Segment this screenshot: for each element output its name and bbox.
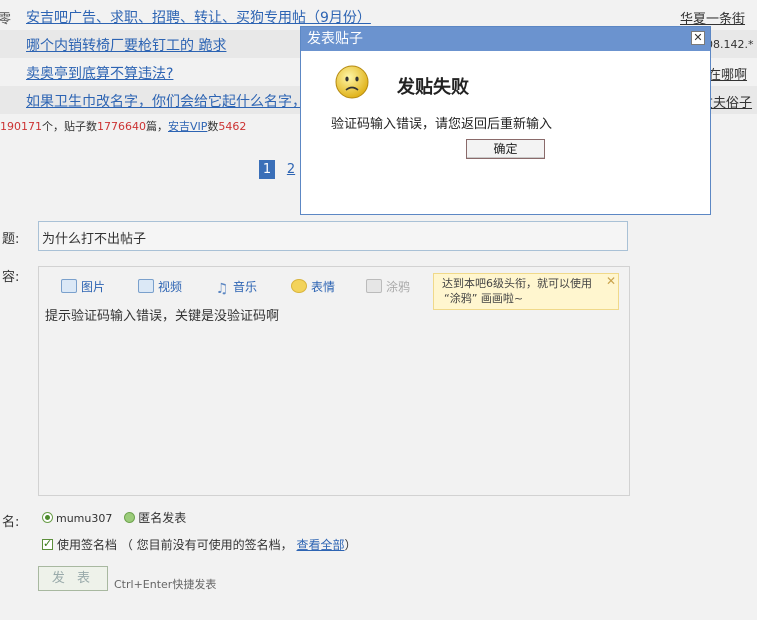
dialog-title: 发表贴子 [307, 31, 363, 47]
video-icon [138, 279, 154, 293]
use-signature-label: 使用签名档 [57, 538, 118, 552]
page-link[interactable]: 2 [283, 160, 299, 179]
anonymous-radio[interactable] [124, 512, 136, 523]
title-label: 题: [2, 232, 20, 247]
signature-note: （ 您目前没有可使用的签名档， [120, 538, 293, 552]
view-all-signatures-link[interactable]: 查看全部 [297, 538, 345, 552]
anonymous-label: 匿名发表 [138, 511, 187, 525]
shortcut-hint: Ctrl+Enter快捷发表 [114, 578, 217, 591]
image-icon [61, 279, 77, 293]
title-input[interactable]: 为什么打不出帖子 [38, 221, 628, 251]
posts-count: 1776640 [97, 120, 146, 133]
error-dialog: 发表贴子 ✕ 发贴失败 验证码输入错误，请您返回后重新输入 确定 [300, 26, 711, 215]
dialog-message: 验证码输入错误，请您返回后重新输入 [331, 117, 553, 132]
submit-button[interactable]: 发 表 [38, 566, 108, 591]
members-count: 190171 [0, 120, 42, 133]
username-radio[interactable] [42, 512, 53, 523]
thread-title-link[interactable]: 安吉吧广告、求职、招聘、转让、买狗专用帖（9月份） [26, 7, 371, 27]
insert-video-button[interactable]: 视频 [138, 277, 182, 297]
username: mumu307 [56, 512, 113, 525]
thread-author-link[interactable]: 在哪啊 [708, 64, 747, 83]
thread-title-link[interactable]: 如果卫生巾改名字，你们会给它起什么名字， [26, 91, 306, 111]
music-icon: ♫ [215, 281, 229, 297]
close-icon[interactable]: ✕ [691, 31, 705, 45]
doodle-button[interactable]: 涂鸦 [366, 277, 410, 297]
doodle-tip: 达到本吧6级头衔，就可以使用 “涂鸦” 画画啦~ ✕ [433, 273, 619, 310]
thread-author-link[interactable]: 华夏一条街 [680, 8, 745, 27]
use-signature-checkbox[interactable] [42, 537, 53, 550]
insert-emoji-button[interactable]: 表情 [291, 277, 335, 297]
doodle-icon [366, 279, 382, 293]
author-options: mumu307 匿名发表 [42, 509, 186, 526]
content-label: 容: [2, 270, 20, 285]
dialog-heading: 发贴失败 [397, 77, 469, 98]
emoji-icon [291, 279, 307, 293]
thread-author-ip: 08.142.* [706, 38, 754, 51]
insert-music-button[interactable]: ♫ 音乐 [215, 277, 257, 297]
signature-options: 使用签名档 （ 您目前没有可使用的签名档， 查看全部） [42, 536, 357, 553]
page-current: 1 [259, 160, 275, 179]
thread-title-link[interactable]: 哪个内销转椅厂要枪钉工的 跪求 [26, 35, 226, 55]
content-editor[interactable]: 图片 视频 ♫ 音乐 表情 涂鸦 达到本吧6级头衔，就可以使用 “涂鸦” 画画啦~… [38, 266, 630, 496]
vip-count: 5462 [218, 120, 247, 133]
content-text: 提示验证码输入错误，关键是没验证码啊 [45, 309, 280, 324]
forum-stats: 190171个，贴子数1776640篇，安吉VIP数5462 [0, 120, 247, 133]
vip-link[interactable]: 安吉VIP [168, 120, 207, 133]
ok-button[interactable]: 确定 [466, 139, 545, 159]
insert-image-button[interactable]: 图片 [61, 277, 105, 297]
dialog-header: 发表贴子 ✕ [301, 27, 710, 51]
sign-label: 名: [2, 515, 20, 530]
tip-close-icon[interactable]: ✕ [606, 275, 616, 287]
thread-marker: 零 [0, 12, 12, 27]
sad-face-icon [335, 65, 369, 99]
thread-title-link[interactable]: 卖奥亭到底算不算违法? [26, 63, 173, 83]
